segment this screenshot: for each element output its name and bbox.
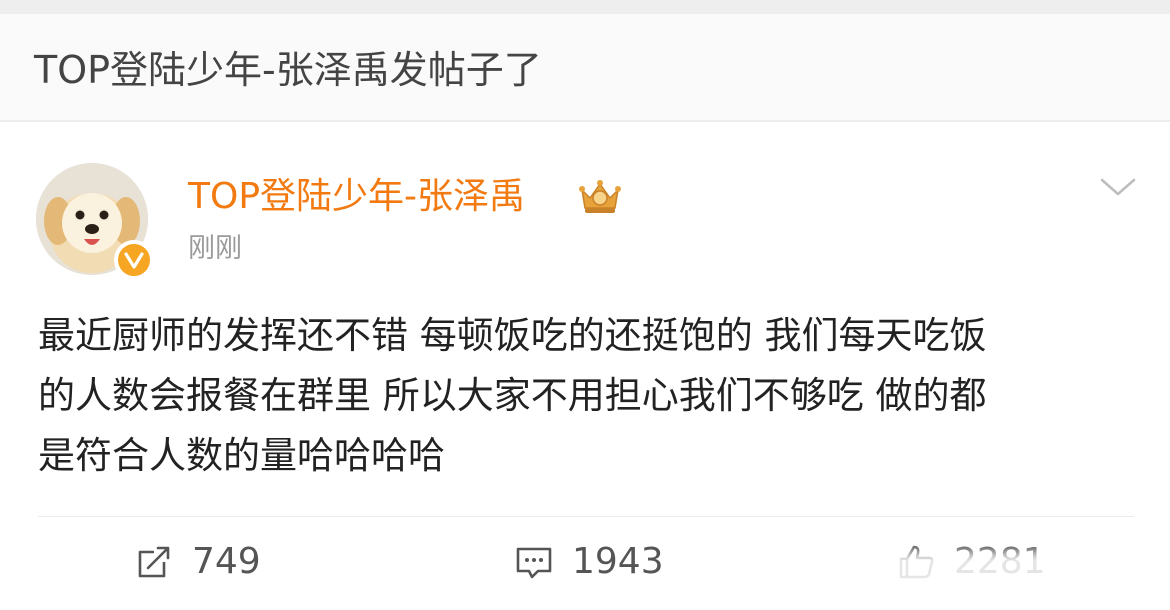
notice-text: TOP登陆少年-张泽禹发帖子了	[34, 48, 542, 92]
repost-count: 749	[192, 541, 261, 582]
crown-badge-icon	[576, 176, 624, 216]
verified-v-icon	[114, 240, 154, 280]
comment-count: 1943	[572, 541, 664, 582]
repost-icon	[138, 546, 170, 578]
post-text-line: 是符合人数的量哈哈哈哈	[38, 434, 445, 477]
author-name[interactable]: TOP登陆少年-张泽禹	[188, 176, 525, 218]
post-text-line: 最近厨师的发挥还不错 每顿饭吃的还挺饱的 我们每天吃饭	[38, 314, 987, 357]
chevron-down-icon[interactable]	[1096, 172, 1140, 204]
post-text-line: 的人数会报餐在群里 所以大家不用担心我们不够吃 做的都	[38, 374, 987, 417]
comment-icon	[516, 547, 552, 579]
post-time: 刚刚	[188, 233, 242, 264]
watermark-overlay	[836, 560, 1116, 598]
post-text: 最近厨师的发挥还不错 每顿饭吃的还挺饱的 我们每天吃饭 的人数会报餐在群里 所以…	[38, 306, 1138, 486]
comment-button[interactable]: 1943	[514, 540, 664, 584]
top-strip	[0, 0, 1170, 14]
repost-button[interactable]: 749	[134, 540, 261, 584]
post-notice-bar[interactable]: TOP登陆少年-张泽禹发帖子了	[0, 14, 1170, 122]
divider	[38, 516, 1134, 517]
